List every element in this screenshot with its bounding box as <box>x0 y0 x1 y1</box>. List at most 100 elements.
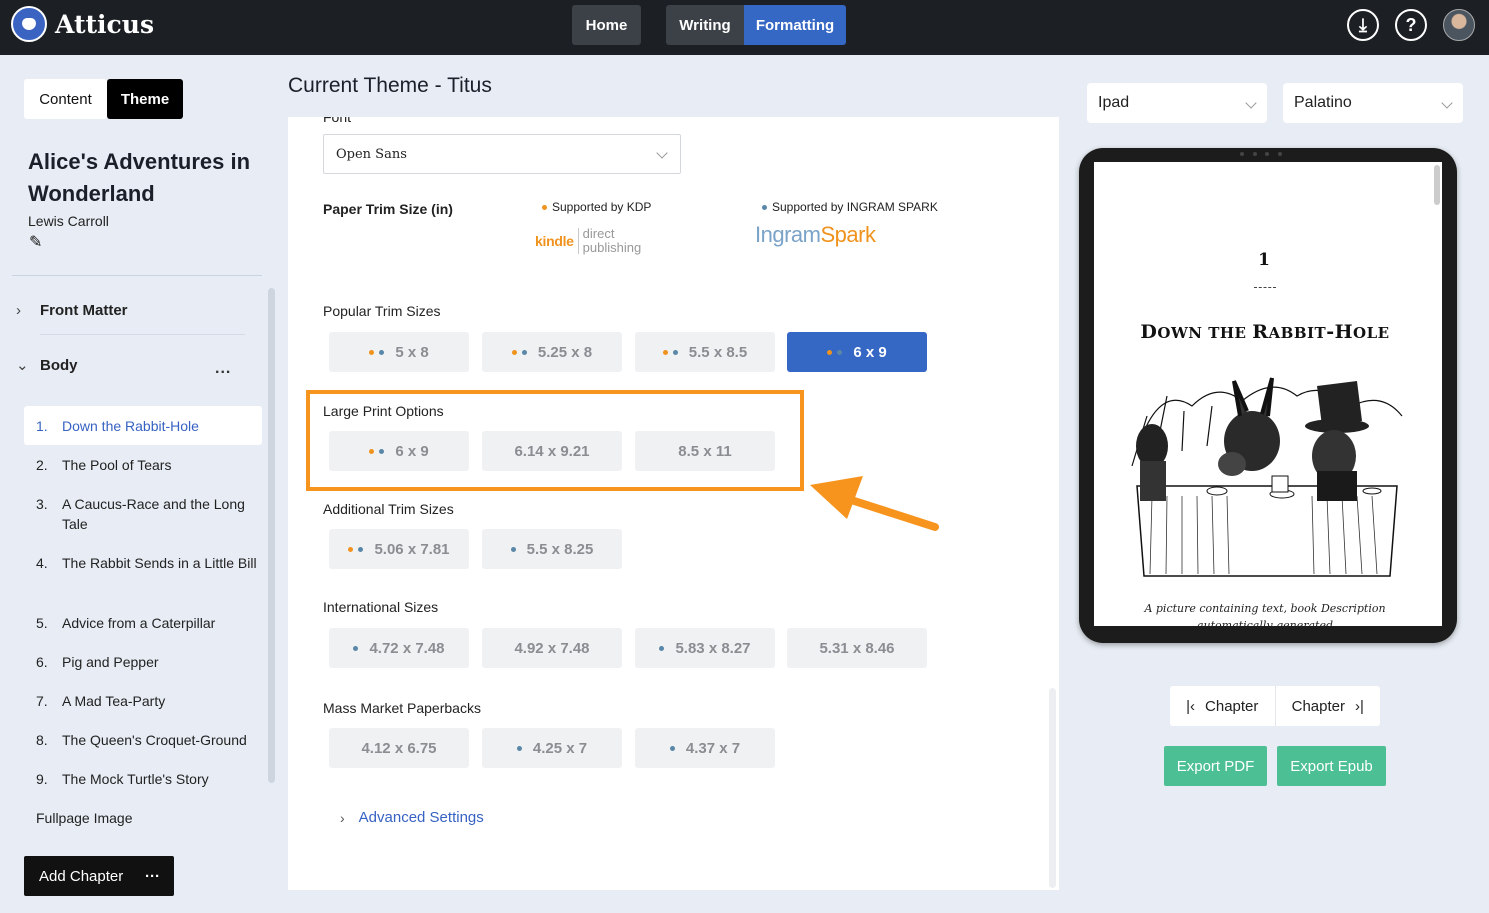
device-select[interactable]: Ipad <box>1087 83 1267 123</box>
body-section[interactable]: ⌄ Body <box>16 356 78 375</box>
trim-option-label: 5.83 x 8.27 <box>675 639 751 657</box>
chapter-title: The Mock Turtle's Story <box>62 771 209 787</box>
chapter-pager: |‹ Chapter Chapter ›| <box>1170 686 1380 726</box>
ingram-dot-icon <box>669 745 675 751</box>
front-matter-section[interactable]: › Front Matter <box>16 302 128 319</box>
sidebar-chapter-3[interactable]: 3. A Caucus-Race and the Long Tale <box>24 494 262 534</box>
trim-option[interactable]: 5.06 x 7.81 <box>329 529 469 569</box>
writing-button[interactable]: Writing <box>666 5 744 45</box>
ingram-logo-ingram: Ingram <box>755 222 821 247</box>
sidebar-chapter-9[interactable]: 9. The Mock Turtle's Story <box>24 769 262 789</box>
trim-option-label: 4.72 x 7.48 <box>369 639 445 657</box>
sidebar-chapter-6[interactable]: 6. Pig and Pepper <box>24 652 262 672</box>
sidebar-chapter-8[interactable]: 8. The Queen's Croquet-Ground <box>24 730 262 750</box>
trim-option-label: 4.25 x 7 <box>532 739 588 757</box>
chevron-down-icon <box>656 147 668 159</box>
trim-option-label: 5.5 x 8.25 <box>526 540 594 558</box>
chapter-title: A Mad Tea-Party <box>62 693 166 709</box>
chapter-number: 2. <box>36 457 48 473</box>
book-author: Lewis Carroll <box>28 213 109 229</box>
large-print-highlight <box>306 390 804 491</box>
trim-option[interactable]: 5.5 x 8.5 <box>635 332 775 372</box>
chapter-number: 1. <box>36 417 48 434</box>
ingram-legend-label: Supported by INGRAM SPARK <box>772 200 938 214</box>
add-chapter-button[interactable]: Add Chapter ··· <box>24 856 174 896</box>
trim-option[interactable]: 5.83 x 8.27 <box>635 628 775 668</box>
sidebar-scrollbar[interactable] <box>268 288 275 783</box>
sidebar-chapter-5[interactable]: 5. Advice from a Caterpillar <box>24 613 262 633</box>
next-chapter-button[interactable]: Chapter ›| <box>1276 686 1381 726</box>
trim-option-label: 5.31 x 8.46 <box>819 639 895 657</box>
home-button[interactable]: Home <box>572 5 641 45</box>
trim-option-selected[interactable]: 6 x 9 <box>787 332 927 372</box>
help-icon[interactable]: ? <box>1395 9 1427 41</box>
export-pdf-button[interactable]: Export PDF <box>1164 746 1267 786</box>
add-chapter-more-button[interactable]: ··· <box>145 868 160 885</box>
support-dots <box>516 745 527 751</box>
trim-option[interactable]: 5.5 x 8.25 <box>482 529 622 569</box>
chapter-number: 8. <box>36 732 48 748</box>
kdp-logo-kindle: kindle <box>535 233 574 249</box>
trim-option[interactable]: 5.25 x 8 <box>482 332 622 372</box>
edit-icon[interactable]: ✎ <box>29 232 42 252</box>
chevron-right-icon: › <box>340 809 345 826</box>
body-more-button[interactable]: ... <box>215 360 231 378</box>
preview-font-select[interactable]: Palatino <box>1283 83 1463 123</box>
formatting-button[interactable]: Formatting <box>744 5 846 45</box>
preview-scrollbar[interactable] <box>1434 165 1440 205</box>
kdp-dot-icon <box>511 349 517 355</box>
ingram-dot-icon <box>510 546 516 552</box>
ingram-dot-icon <box>672 349 678 355</box>
chapter-title: The Queen's Croquet-Ground <box>62 732 247 748</box>
title-part: OLE <box>1353 324 1390 342</box>
trim-option[interactable]: 4.12 x 6.75 <box>329 728 469 768</box>
trim-option[interactable]: 4.72 x 7.48 <box>329 628 469 668</box>
support-dots <box>659 645 669 651</box>
ingram-dot-icon <box>659 645 665 651</box>
sidebar-chapter-7[interactable]: 7. A Mad Tea-Party <box>24 691 262 711</box>
font-label: Font <box>323 109 352 125</box>
trim-option[interactable]: 5.31 x 8.46 <box>787 628 927 668</box>
app-name: Atticus <box>55 9 155 39</box>
preview-chapter-title: DOWN THE RABBIT-HOLE <box>1094 321 1436 343</box>
trim-option[interactable]: 5 x 8 <box>329 332 469 372</box>
sidebar-chapter-1[interactable]: 1. Down the Rabbit-Hole <box>24 406 262 445</box>
chapter-ornament <box>1254 287 1276 289</box>
panel-scrollbar[interactable] <box>1049 688 1056 888</box>
sidebar-chapter-4[interactable]: 4. The Rabbit Sends in a Little Bill <box>24 553 262 573</box>
title-part: ABBIT <box>1268 324 1327 342</box>
chevron-down-icon: ⌄ <box>16 357 29 374</box>
chapter-number: 9. <box>36 771 48 787</box>
trim-option[interactable]: 4.92 x 7.48 <box>482 628 622 668</box>
support-dots <box>353 645 363 651</box>
mad-tea-party-illustration <box>1122 376 1412 588</box>
trim-option[interactable]: 4.37 x 7 <box>635 728 775 768</box>
sidebar-fullpage-image[interactable]: Fullpage Image <box>36 810 133 826</box>
sidebar-chapter-2[interactable]: 2. The Pool of Tears <box>24 455 262 475</box>
chapter-number: 3. <box>36 496 48 512</box>
preview-image-caption: A picture containing text, book Descript… <box>1144 602 1386 626</box>
trim-option[interactable]: 4.25 x 7 <box>482 728 622 768</box>
international-sizes-label: International Sizes <box>323 599 439 615</box>
app-logo[interactable]: Atticus <box>11 6 154 42</box>
prev-chapter-button[interactable]: |‹ Chapter <box>1170 686 1275 726</box>
tab-theme[interactable]: Theme <box>107 79 183 119</box>
avatar[interactable] <box>1443 9 1475 41</box>
trim-option-label: 4.92 x 7.48 <box>514 639 590 657</box>
tab-content[interactable]: Content <box>24 79 107 119</box>
chevron-down-icon <box>1441 97 1453 109</box>
font-select[interactable]: Open Sans <box>323 134 681 174</box>
kdp-logo-text: direct publishing <box>583 227 642 255</box>
body-label: Body <box>40 356 78 374</box>
prev-chapter-label: Chapter <box>1205 697 1259 715</box>
advanced-settings-toggle[interactable]: › Advanced Settings <box>340 809 484 826</box>
export-epub-button[interactable]: Export Epub <box>1277 746 1386 786</box>
ingram-logo-spark: Spark <box>820 222 876 247</box>
kdp-logo-direct: direct <box>582 226 615 241</box>
ingram-dot-icon <box>353 645 359 651</box>
chapter-title: The Pool of Tears <box>62 457 172 473</box>
chapter-title: Down the Rabbit-Hole <box>62 417 199 434</box>
kdp-logo-publishing: publishing <box>582 240 642 255</box>
download-icon[interactable]: ⤓ <box>1347 9 1379 41</box>
trim-option-label: 5.06 x 7.81 <box>374 540 450 558</box>
